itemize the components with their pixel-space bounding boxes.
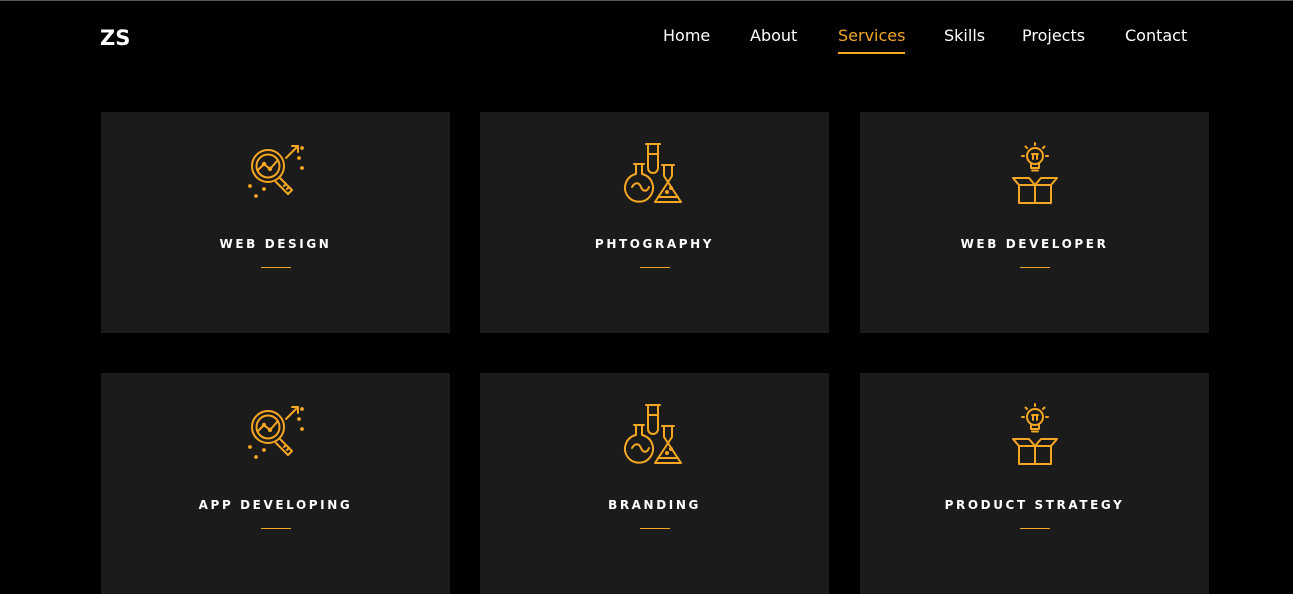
service-title: PHTOGRAPHY <box>594 237 715 251</box>
nav-item-contact[interactable]: Contact <box>1125 26 1187 46</box>
title-divider <box>639 528 670 529</box>
lab-flasks-icon <box>623 403 687 467</box>
title-divider <box>1019 267 1050 268</box>
service-title: APP DEVELOPING <box>198 498 353 512</box>
service-card-web-developer[interactable]: WEB DEVELOPER <box>860 112 1209 333</box>
title-divider <box>260 267 291 268</box>
active-nav-underline <box>838 52 906 54</box>
nav-item-projects[interactable]: Projects <box>1022 26 1085 46</box>
title-divider <box>639 267 670 268</box>
service-title: WEB DESIGN <box>219 237 332 251</box>
nav-item-services[interactable]: Services <box>838 26 906 54</box>
service-card-web-design[interactable]: WEB DESIGN <box>101 112 450 333</box>
main-nav: Home About Services Skills Projects Cont… <box>0 26 1293 56</box>
service-card-phtography[interactable]: PHTOGRAPHY <box>480 112 829 333</box>
magnifier-chart-icon <box>244 403 308 467</box>
title-divider <box>1019 528 1050 529</box>
lab-flasks-icon <box>623 142 687 206</box>
nav-item-skills[interactable]: Skills <box>944 26 985 46</box>
service-title: WEB DEVELOPER <box>960 237 1109 251</box>
nav-item-home[interactable]: Home <box>663 26 710 46</box>
lightbulb-box-icon <box>1003 142 1067 206</box>
top-border <box>0 0 1293 1</box>
service-card-branding[interactable]: BRANDING <box>480 373 829 594</box>
magnifier-chart-icon <box>244 142 308 206</box>
title-divider <box>260 528 291 529</box>
service-card-product-strategy[interactable]: PRODUCT STRATEGY <box>860 373 1209 594</box>
nav-item-services-label: Services <box>838 26 906 45</box>
lightbulb-box-icon <box>1003 403 1067 467</box>
service-card-app-developing[interactable]: APP DEVELOPING <box>101 373 450 594</box>
nav-item-about[interactable]: About <box>750 26 797 46</box>
service-title: BRANDING <box>608 498 701 512</box>
service-title: PRODUCT STRATEGY <box>944 498 1125 512</box>
